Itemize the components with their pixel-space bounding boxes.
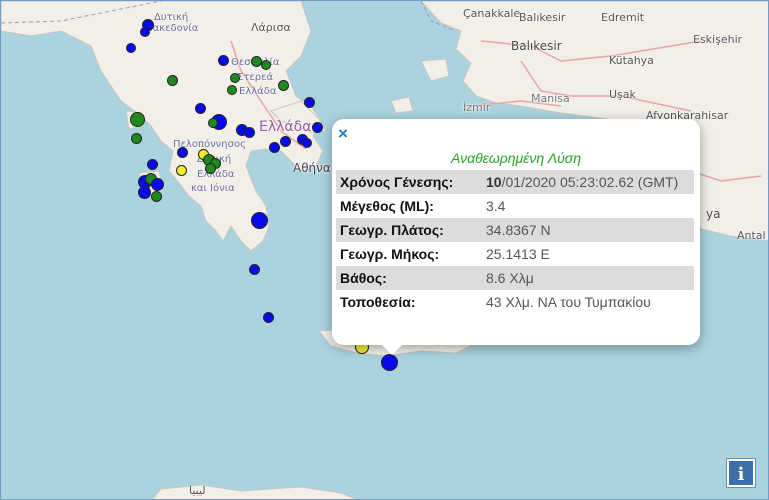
label-ionia: και Ιόνια [191, 183, 235, 194]
earthquake-marker[interactable] [249, 264, 260, 275]
earthquake-marker[interactable] [244, 127, 255, 138]
earthquake-popup: × Αναθεωρημένη Λύση Χρόνος Γένεσης: 10/0… [332, 119, 700, 355]
earthquake-marker[interactable] [126, 43, 136, 53]
table-row: Χρόνος Γένεσης: 10/01/2020 05:23:02.62 (… [336, 170, 694, 194]
earthquake-marker[interactable] [140, 27, 150, 37]
table-row: Γεωγρ. Μήκος: 25.1413 E [336, 242, 694, 266]
depth-label: Βάθος: [336, 266, 482, 290]
label-balikesir: Balıkesir [511, 39, 562, 53]
label-ellada-region: Ελλάδα [239, 86, 277, 97]
close-icon[interactable]: × [338, 125, 348, 143]
label-athens: Αθήνα [293, 161, 331, 175]
label-ellada-2: Ελλάδα [197, 169, 235, 180]
earthquake-marker[interactable] [151, 178, 164, 191]
earthquake-marker[interactable] [147, 159, 158, 170]
earthquake-marker[interactable] [130, 112, 145, 127]
label-canakkale: Çanakkale [463, 7, 521, 20]
label-sterea: Στερεά [237, 72, 274, 83]
earthquake-marker[interactable] [205, 163, 216, 174]
latitude-value: 34.8367 N [482, 218, 694, 242]
location-value: 43 Χλμ. ΝΑ του Τυμπακίου [482, 290, 694, 314]
earthquake-marker[interactable] [131, 133, 142, 144]
earthquake-marker[interactable] [167, 75, 178, 86]
table-row: Μέγεθος (ML): 3.4 [336, 194, 694, 218]
earthquake-marker[interactable] [177, 147, 188, 158]
earthquake-marker[interactable] [278, 80, 289, 91]
earthquake-marker[interactable] [138, 186, 151, 199]
earthquake-marker[interactable] [312, 122, 323, 133]
label-balikesir-region: Balıkesir [519, 11, 566, 24]
table-row: Βάθος: 8.6 Χλμ [336, 266, 694, 290]
earthquake-marker[interactable] [251, 212, 268, 229]
origin-time-value: 10/01/2020 05:23:02.62 (GMT) [482, 170, 694, 194]
origin-time-day: 10 [486, 174, 502, 190]
longitude-label: Γεωγρ. Μήκος: [336, 242, 482, 266]
earthquake-marker[interactable] [176, 165, 187, 176]
earthquake-marker[interactable] [227, 85, 237, 95]
info-button[interactable]: i [727, 459, 755, 487]
earthquake-marker[interactable] [195, 103, 206, 114]
label-ya: ya [706, 207, 721, 221]
popup-tip [382, 345, 402, 355]
longitude-value: 25.1413 E [482, 242, 694, 266]
earthquake-marker[interactable] [269, 142, 280, 153]
earthquake-marker[interactable] [208, 118, 218, 128]
map-view[interactable]: Çanakkale Balıkesir Edremit Balıkesir Es… [0, 0, 769, 500]
table-row: Τοποθεσία: 43 Χλμ. ΝΑ του Τυμπακίου [336, 290, 694, 314]
earthquake-marker[interactable] [280, 136, 291, 147]
label-ellada: Ελλάδα [259, 119, 312, 135]
label-kutahya: Kütahya [609, 54, 654, 67]
earthquake-marker[interactable] [302, 138, 312, 148]
earthquake-marker[interactable] [261, 60, 271, 70]
table-row: Γεωγρ. Πλάτος: 34.8367 N [336, 218, 694, 242]
latitude-label: Γεωγρ. Πλάτος: [336, 218, 482, 242]
location-label: Τοποθεσία: [336, 290, 482, 314]
earthquake-marker[interactable] [304, 97, 315, 108]
label-libya: ليبيا [189, 484, 206, 497]
earthquake-marker[interactable] [218, 55, 229, 66]
origin-time-rest: /01/2020 05:23:02.62 (GMT) [501, 174, 679, 190]
earthquake-marker[interactable] [230, 73, 240, 83]
origin-time-label: Χρόνος Γένεσης: [336, 170, 482, 194]
label-antal: Antal [737, 229, 766, 242]
depth-value: 8.6 Χλμ [482, 266, 694, 290]
popup-title: Αναθεωρημένη Λύση [451, 150, 581, 166]
selected-earthquake-marker[interactable] [381, 354, 398, 371]
label-eskisehir: Eskişehir [693, 33, 743, 46]
label-manisa: Manisa [531, 92, 570, 105]
label-izmir: İzmir [463, 101, 491, 114]
label-larisa: Λάρισα [251, 21, 291, 34]
earthquake-marker[interactable] [151, 191, 162, 202]
label-dytiki: Δυτική [154, 12, 189, 23]
label-edremit: Edremit [601, 11, 645, 24]
popup-details-table: Χρόνος Γένεσης: 10/01/2020 05:23:02.62 (… [336, 170, 694, 314]
magnitude-label: Μέγεθος (ML): [336, 194, 482, 218]
label-usak: Uşak [609, 88, 636, 101]
magnitude-value: 3.4 [482, 194, 694, 218]
earthquake-marker[interactable] [263, 312, 274, 323]
